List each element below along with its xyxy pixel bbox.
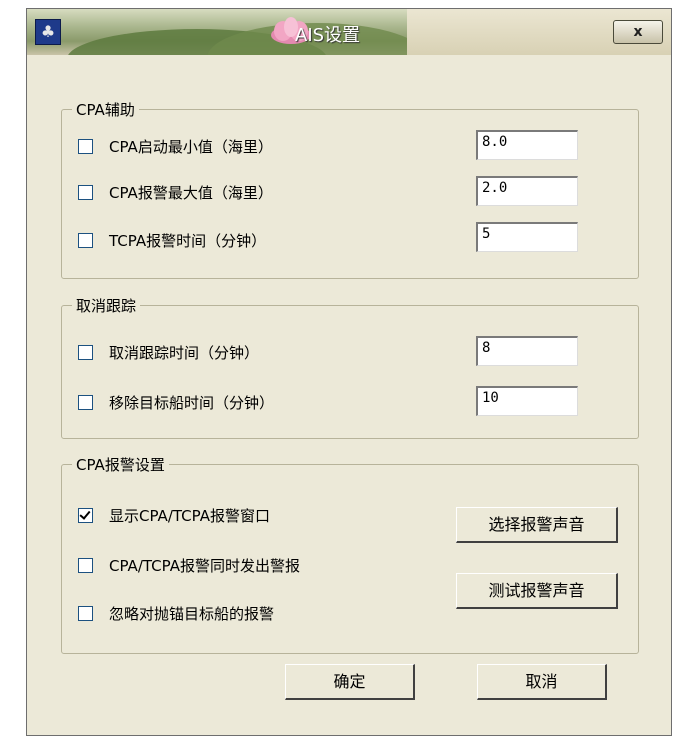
show-alarm-window-row[interactable]: 显示CPA/TCPA报警窗口 xyxy=(78,503,270,527)
cancel-tracking-time-label: 取消跟踪时间（分钟） xyxy=(109,343,260,362)
window-title: AIS设置 xyxy=(295,25,361,46)
cpa-alarm-max-label: CPA报警最大值（海里） xyxy=(109,183,273,202)
cpa-start-min-label: CPA启动最小值（海里） xyxy=(109,137,273,156)
cpa-assist-legend: CPA辅助 xyxy=(72,99,139,120)
cpa-start-min-input[interactable]: 8.0 xyxy=(476,130,578,160)
cpa-alarm-max-input[interactable]: 2.0 xyxy=(476,176,578,206)
ais-settings-dialog: ♣ AIS设置 x CPA辅助 CPA启动最小值（海里） 8.0 CPA报警最大… xyxy=(26,8,672,736)
tcpa-alarm-time-label: TCPA报警时间（分钟） xyxy=(109,231,267,250)
ok-button[interactable]: 确定 xyxy=(285,664,415,700)
ignore-anchored-label: 忽略对抛锚目标船的报警 xyxy=(109,604,275,623)
cancel-tracking-time-checkbox[interactable] xyxy=(78,344,93,360)
app-logo-icon[interactable]: ♣ xyxy=(35,19,61,45)
close-icon: x xyxy=(633,24,643,40)
cancel-tracking-group: 取消跟踪 取消跟踪时间（分钟） 8 移除目标船时间（分钟） 10 xyxy=(61,295,639,439)
ignore-anchored-checkbox[interactable] xyxy=(78,605,93,621)
cancel-tracking-legend: 取消跟踪 xyxy=(72,295,141,316)
cancel-tracking-time-row[interactable]: 取消跟踪时间（分钟） xyxy=(78,340,259,364)
show-alarm-window-checkbox[interactable] xyxy=(78,507,93,523)
cpa-start-min-row[interactable]: CPA启动最小值（海里） xyxy=(78,134,273,158)
test-alarm-sound-button[interactable]: 测试报警声音 xyxy=(456,573,618,609)
title-bar[interactable]: ♣ AIS设置 x xyxy=(27,9,671,55)
close-button[interactable]: x xyxy=(613,20,663,44)
simultaneous-alert-label: CPA/TCPA报警同时发出警报 xyxy=(109,556,300,575)
show-alarm-window-label: 显示CPA/TCPA报警窗口 xyxy=(109,506,270,525)
tcpa-alarm-time-row[interactable]: TCPA报警时间（分钟） xyxy=(78,228,266,252)
select-alarm-sound-button[interactable]: 选择报警声音 xyxy=(456,507,618,543)
simultaneous-alert-checkbox[interactable] xyxy=(78,557,93,573)
cpa-start-min-checkbox[interactable] xyxy=(78,138,93,154)
cancel-button[interactable]: 取消 xyxy=(477,664,607,700)
cancel-tracking-time-input[interactable]: 8 xyxy=(476,336,578,366)
cpa-assist-group: CPA辅助 CPA启动最小值（海里） 8.0 CPA报警最大值（海里） 2.0 … xyxy=(61,99,639,279)
remove-target-time-row[interactable]: 移除目标船时间（分钟） xyxy=(78,390,274,414)
tcpa-alarm-time-checkbox[interactable] xyxy=(78,232,93,248)
ignore-anchored-row[interactable]: 忽略对抛锚目标船的报警 xyxy=(78,601,274,625)
cpa-alarm-settings-group: CPA报警设置 显示CPA/TCPA报警窗口 CPA/TCPA报警同时发出警报 … xyxy=(61,454,639,654)
simultaneous-alert-row[interactable]: CPA/TCPA报警同时发出警报 xyxy=(78,553,300,577)
remove-target-time-label: 移除目标船时间（分钟） xyxy=(109,393,275,412)
remove-target-time-input[interactable]: 10 xyxy=(476,386,578,416)
cpa-alarm-settings-legend: CPA报警设置 xyxy=(72,454,169,475)
cpa-alarm-max-checkbox[interactable] xyxy=(78,184,93,200)
cpa-alarm-max-row[interactable]: CPA报警最大值（海里） xyxy=(78,180,273,204)
remove-target-time-checkbox[interactable] xyxy=(78,394,93,410)
tcpa-alarm-time-input[interactable]: 5 xyxy=(476,222,578,252)
